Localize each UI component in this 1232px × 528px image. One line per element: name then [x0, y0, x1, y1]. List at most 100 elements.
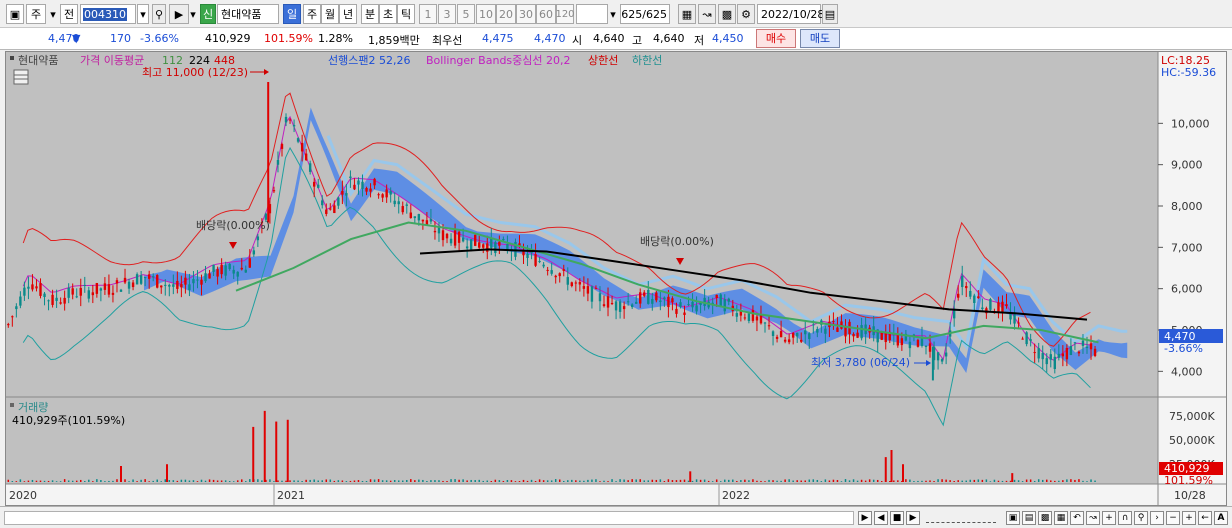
- candle-body: [79, 287, 82, 296]
- arrow-icon[interactable]: ←: [1198, 511, 1212, 525]
- candle-body: [1025, 332, 1028, 345]
- candle-body: [1077, 351, 1081, 354]
- buy-button[interactable]: 매수: [756, 29, 796, 48]
- candle-body: [256, 236, 260, 241]
- tab-period-year[interactable]: 년: [339, 4, 357, 24]
- candle-body: [7, 324, 10, 326]
- interval-60[interactable]: 60: [536, 4, 556, 24]
- mode-select[interactable]: 전: [60, 4, 78, 24]
- chart-tool-icon[interactable]: ↝: [698, 4, 716, 24]
- chevron-down-icon-3[interactable]: ▾: [608, 4, 618, 24]
- interval-30[interactable]: 30: [516, 4, 536, 24]
- grid-icon-2[interactable]: ▦: [1054, 511, 1068, 525]
- window-icon[interactable]: ▣: [6, 4, 24, 24]
- copy-icon[interactable]: ▤: [1022, 511, 1036, 525]
- interval-120[interactable]: 120: [555, 4, 575, 24]
- candle-body: [168, 284, 171, 287]
- candle-body: [200, 279, 203, 285]
- tab-period-minute[interactable]: 분: [361, 4, 379, 24]
- candle-body: [989, 299, 992, 310]
- code-dropdown-icon[interactable]: ▾: [137, 4, 149, 24]
- play-icon[interactable]: ▶: [858, 511, 872, 525]
- candle-body: [1073, 342, 1077, 344]
- font-icon[interactable]: A: [1214, 511, 1228, 525]
- market-select[interactable]: 주: [26, 4, 46, 24]
- candle-body: [924, 345, 928, 348]
- interval-custom-input[interactable]: [576, 4, 608, 24]
- candle-body: [1021, 338, 1024, 340]
- candle-body: [1033, 352, 1036, 354]
- bb-upper-line: [22, 92, 1091, 347]
- candle-body: [228, 263, 231, 270]
- candle-body: [1053, 356, 1056, 370]
- tab-period-tick[interactable]: 틱: [397, 4, 415, 24]
- candle-body: [180, 284, 183, 288]
- candle-body: [796, 332, 799, 337]
- candle-body: [759, 315, 763, 324]
- speaker-icon[interactable]: ▶: [169, 4, 189, 24]
- save-icon[interactable]: ▩: [718, 4, 736, 24]
- candle-body: [341, 190, 344, 195]
- tab-period-month[interactable]: 월: [321, 4, 339, 24]
- tab-period-day[interactable]: 일: [283, 4, 301, 24]
- candle-body: [308, 163, 312, 172]
- candle-body: [143, 277, 147, 279]
- interval-5[interactable]: 5: [457, 4, 475, 24]
- candle-body: [31, 284, 34, 290]
- image-icon[interactable]: ▣: [1006, 511, 1020, 525]
- zoom-slider[interactable]: [926, 513, 996, 523]
- candle-body: [747, 313, 751, 322]
- chevron-down-icon[interactable]: ▾: [48, 4, 58, 24]
- horizontal-scrollbar[interactable]: [4, 511, 854, 525]
- search-icon[interactable]: ⚲: [152, 4, 166, 24]
- chevron-icon[interactable]: ›: [1150, 511, 1164, 525]
- interval-1[interactable]: 1: [419, 4, 437, 24]
- zoom-search-icon[interactable]: ⚲: [1134, 511, 1148, 525]
- zoom-in-icon[interactable]: +: [1182, 511, 1196, 525]
- legend-ma-label: 가격 이동평균: [80, 54, 144, 67]
- candle-body: [944, 352, 948, 357]
- draw-icon[interactable]: ↝: [1086, 511, 1100, 525]
- period-label: 분: [364, 8, 376, 21]
- candle-body: [1041, 353, 1044, 360]
- candle-body: [783, 339, 787, 342]
- candle-body: [156, 275, 159, 288]
- crosshair-icon[interactable]: +: [1102, 511, 1116, 525]
- magnet-icon[interactable]: ∩: [1118, 511, 1132, 525]
- print-icon[interactable]: ▩: [1038, 511, 1052, 525]
- forward-icon[interactable]: ▶: [906, 511, 920, 525]
- grid-icon[interactable]: ▦: [678, 4, 696, 24]
- rewind-icon[interactable]: ◀: [874, 511, 888, 525]
- tab-period-week[interactable]: 주: [303, 4, 321, 24]
- interval-3[interactable]: 3: [438, 4, 456, 24]
- table-icon[interactable]: [13, 69, 29, 85]
- chevron-down-icon-2[interactable]: ▾: [189, 4, 197, 24]
- chart-area[interactable]: 10,0009,0008,0007,0006,0005,0004,000 현대약…: [5, 51, 1227, 506]
- candle-body: [389, 191, 392, 195]
- time-end-label: 10/28: [1174, 489, 1206, 502]
- candle-body: [804, 330, 807, 335]
- gear-icon[interactable]: ⚙: [737, 4, 755, 24]
- volume-title: 거래량: [18, 401, 48, 414]
- date-input[interactable]: 2022/10/28: [757, 4, 824, 24]
- count-field[interactable]: 625/625: [620, 4, 670, 24]
- candle-body: [1089, 343, 1093, 350]
- candle-body: [622, 306, 626, 310]
- undo-icon[interactable]: ↶: [1070, 511, 1084, 525]
- candle-body: [361, 181, 364, 189]
- price-chart[interactable]: 10,0009,0008,0007,0006,0005,0004,000 현대약…: [6, 52, 1226, 505]
- interval-label: 3: [443, 7, 451, 21]
- dividend-annotation-2: 배당락(0.00%): [640, 235, 714, 248]
- pause-icon[interactable]: ■: [890, 511, 904, 525]
- tab-period-second[interactable]: 초: [379, 4, 397, 24]
- candle-body: [204, 273, 207, 282]
- mode-label: 전: [63, 8, 75, 21]
- zoom-out-icon[interactable]: −: [1166, 511, 1180, 525]
- candle-body: [300, 142, 304, 152]
- interval-20[interactable]: 20: [496, 4, 516, 24]
- stock-code-input[interactable]: 004310: [80, 4, 136, 24]
- sell-button[interactable]: 매도: [800, 29, 840, 48]
- interval-10[interactable]: 10: [476, 4, 496, 24]
- price-tick-label: 6,000: [1171, 283, 1203, 296]
- calendar-icon[interactable]: ▤: [822, 4, 838, 24]
